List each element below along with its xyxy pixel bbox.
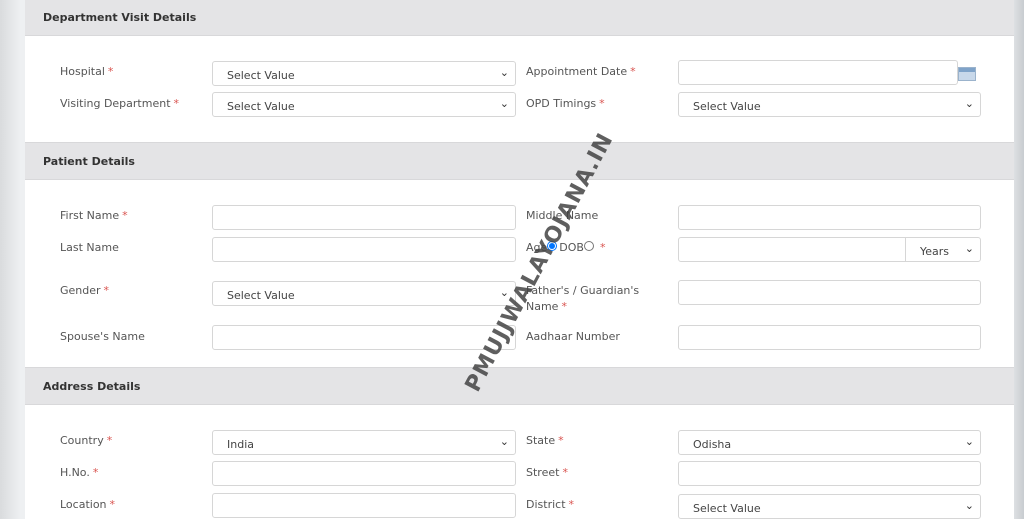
spouse-name-label: Spouse's Name [60,330,145,343]
spouse-name-input[interactable] [212,325,516,350]
hno-input[interactable] [212,461,516,486]
hospital-label: Hospital * [60,65,114,78]
chevron-down-icon: ⌄ [964,499,974,512]
middle-name-input[interactable] [678,205,981,230]
visiting-department-label: Visiting Department * [60,97,180,110]
hospital-select[interactable]: Select Value ⌄ [212,61,516,86]
gender-label: Gender * [60,284,110,297]
chevron-down-icon: ⌄ [499,97,509,110]
section-title: Address Details [43,380,141,393]
location-input[interactable] [212,493,516,518]
section-title: Patient Details [43,155,135,168]
section-header-address: Address Details [25,367,1014,405]
country-label: Country * [60,434,113,447]
section-header-department: Department Visit Details [25,0,1014,36]
country-select[interactable]: India ⌄ [212,430,516,455]
gender-select[interactable]: Select Value ⌄ [212,281,516,306]
visiting-department-select[interactable]: Select Value ⌄ [212,92,516,117]
aadhaar-input[interactable] [678,325,981,350]
appointment-date-label: Appointment Date * [526,65,636,78]
chevron-down-icon: ⌄ [964,97,974,110]
district-label: District * [526,498,575,511]
street-input[interactable] [678,461,981,486]
section-header-patient: Patient Details [25,142,1014,180]
father-name-label: Father's / Guardian's Name * [526,284,640,313]
district-select[interactable]: Select Value ⌄ [678,494,981,519]
first-name-label: First Name * [60,209,128,222]
opd-timings-select[interactable]: Select Value ⌄ [678,92,981,117]
father-name-input[interactable] [678,280,981,305]
location-label: Location * [60,498,116,511]
first-name-input[interactable] [212,205,516,230]
section-title: Department Visit Details [43,11,197,24]
age-input[interactable] [678,237,906,262]
chevron-down-icon: ⌄ [964,435,974,448]
state-label: State * [526,434,564,447]
aadhaar-label: Aadhaar Number [526,330,620,343]
state-select[interactable]: Odisha ⌄ [678,430,981,455]
opd-timings-label: OPD Timings * [526,97,605,110]
street-label: Street * [526,466,568,479]
last-name-input[interactable] [212,237,516,262]
age-unit-select[interactable]: Years ⌄ [905,237,981,262]
dob-radio[interactable] [583,241,594,251]
appointment-date-input[interactable] [678,60,958,85]
calendar-icon[interactable] [958,67,976,81]
chevron-down-icon: ⌄ [499,66,509,79]
chevron-down-icon: ⌄ [499,435,509,448]
last-name-label: Last Name [60,241,119,254]
chevron-down-icon: ⌄ [964,242,974,255]
hno-label: H.No. * [60,466,99,479]
